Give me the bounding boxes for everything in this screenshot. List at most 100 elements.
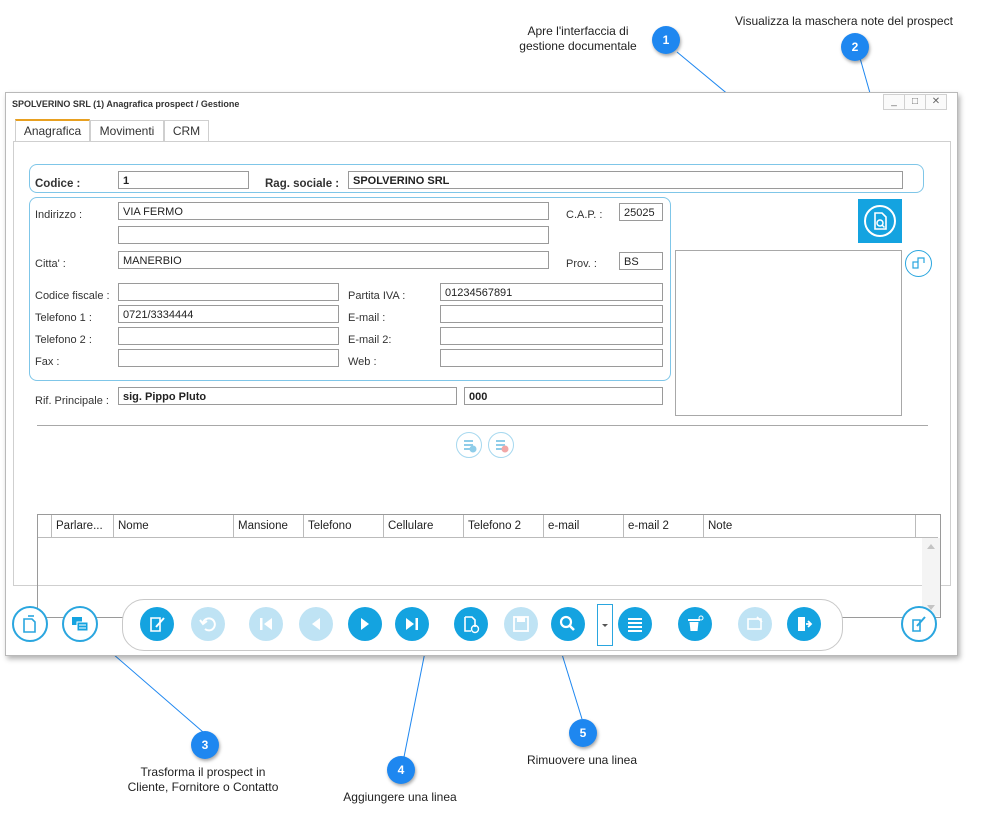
new-document-button[interactable] bbox=[454, 607, 488, 641]
notes-edit-icon bbox=[912, 616, 926, 632]
document-search-icon bbox=[864, 205, 896, 237]
annotation-3-text: Trasforma il prospect in Cliente, Fornito… bbox=[127, 765, 279, 794]
maximize-button[interactable]: □ bbox=[904, 94, 926, 110]
email2-field[interactable] bbox=[440, 327, 663, 345]
column-note[interactable]: Note bbox=[704, 515, 916, 537]
cancel-button[interactable] bbox=[738, 607, 772, 641]
annotation-1-badge: 1 bbox=[652, 26, 680, 54]
list-icon bbox=[628, 618, 642, 632]
annotation-4-text: Aggiungere una linea bbox=[343, 790, 457, 804]
column-email2[interactable]: e-mail 2 bbox=[624, 515, 704, 537]
grid-scrollbar[interactable] bbox=[922, 538, 940, 616]
edit-icon bbox=[150, 617, 165, 632]
window-title: SPOLVERINO SRL (1) Anagrafica prospect /… bbox=[12, 99, 240, 109]
email-field[interactable] bbox=[440, 305, 663, 323]
codice-field[interactable]: 1 bbox=[118, 171, 249, 189]
convert-prospect-button[interactable] bbox=[62, 606, 98, 642]
column-parlare[interactable]: Parlare... bbox=[52, 515, 114, 537]
notes-button[interactable] bbox=[905, 250, 932, 277]
anagrafica-panel: Codice : 1 Rag. sociale : SPOLVERINO SRL… bbox=[13, 141, 951, 618]
fax-field[interactable] bbox=[118, 349, 339, 367]
rif-field[interactable]: sig. Pippo Pluto bbox=[118, 387, 457, 405]
exit-button[interactable] bbox=[787, 607, 821, 641]
copy-document-button[interactable] bbox=[12, 606, 48, 642]
document-management-button[interactable] bbox=[858, 199, 902, 243]
column-telefono[interactable]: Telefono bbox=[304, 515, 384, 537]
rif-label: Rif. Principale : bbox=[35, 395, 109, 407]
column-mansione[interactable]: Mansione bbox=[234, 515, 304, 537]
remove-line-icon bbox=[496, 440, 509, 453]
first-record-icon bbox=[260, 618, 272, 630]
tab-crm[interactable]: CRM bbox=[164, 120, 209, 141]
copy-document-icon bbox=[23, 615, 36, 633]
search-dropdown[interactable] bbox=[597, 604, 613, 646]
column-nome[interactable]: Nome bbox=[114, 515, 234, 537]
annotation-2-text: Visualizza la maschera note del prospect bbox=[735, 14, 953, 28]
codice-label: Codice : bbox=[35, 178, 81, 190]
convert-prospect-icon bbox=[72, 617, 89, 632]
previous-record-button[interactable] bbox=[299, 607, 333, 641]
tel2-label: Telefono 2 : bbox=[35, 334, 92, 346]
window-titlebar: SPOLVERINO SRL (1) Anagrafica prospect /… bbox=[6, 93, 957, 115]
delete-button[interactable] bbox=[678, 607, 712, 641]
citta-field[interactable]: MANERBIO bbox=[118, 251, 549, 269]
web-field[interactable] bbox=[440, 349, 663, 367]
search-button[interactable] bbox=[551, 607, 585, 641]
next-record-icon bbox=[361, 618, 369, 630]
edit-button[interactable] bbox=[140, 607, 174, 641]
ragsoc-label: Rag. sociale : bbox=[265, 178, 340, 190]
prospect-image-box bbox=[675, 250, 902, 416]
add-line-icon bbox=[464, 440, 477, 453]
tel1-field[interactable]: 0721/3334444 bbox=[118, 305, 339, 323]
citta-label: Citta' : bbox=[35, 258, 66, 270]
last-record-icon bbox=[406, 618, 418, 630]
chevron-down-icon bbox=[602, 624, 608, 627]
prov-field[interactable]: BS bbox=[619, 252, 663, 270]
undo-button[interactable] bbox=[191, 607, 225, 641]
notes-edit-button[interactable] bbox=[901, 606, 937, 642]
close-button[interactable]: ✕ bbox=[925, 94, 947, 110]
prov-label: Prov. : bbox=[566, 258, 597, 270]
email2-label: E-mail 2: bbox=[348, 334, 392, 346]
list-button[interactable] bbox=[618, 607, 652, 641]
cap-field[interactable]: 25025 bbox=[619, 203, 663, 221]
web-label: Web : bbox=[348, 356, 377, 368]
rif-code-field[interactable]: 000 bbox=[464, 387, 663, 405]
exit-icon bbox=[798, 617, 813, 631]
tab-anagrafica[interactable]: Anagrafica bbox=[15, 119, 90, 142]
remove-line-button[interactable] bbox=[488, 432, 514, 458]
indirizzo2-field[interactable] bbox=[118, 226, 549, 244]
first-record-button[interactable] bbox=[249, 607, 283, 641]
save-button[interactable] bbox=[504, 607, 538, 641]
annotation-2-badge: 2 bbox=[841, 33, 869, 61]
tab-movimenti[interactable]: Movimenti bbox=[90, 120, 164, 141]
previous-record-icon bbox=[312, 618, 320, 630]
delete-icon bbox=[688, 615, 704, 631]
grid-row-selector bbox=[38, 515, 52, 537]
annotation-4-badge: 4 bbox=[387, 756, 415, 784]
add-line-button[interactable] bbox=[456, 432, 482, 458]
ragsoc-field[interactable]: SPOLVERINO SRL bbox=[348, 171, 903, 189]
annotation-1-text: Apre l'interfaccia di gestione documental… bbox=[519, 24, 637, 53]
grid-header: Parlare... Nome Mansione Telefono Cellul… bbox=[38, 515, 938, 538]
annotation-5-badge: 5 bbox=[569, 719, 597, 747]
column-email[interactable]: e-mail bbox=[544, 515, 624, 537]
search-icon bbox=[559, 615, 575, 631]
annotation-5-text: Rimuovere una linea bbox=[526, 753, 638, 767]
undo-icon bbox=[199, 617, 216, 632]
cf-field[interactable] bbox=[118, 283, 339, 301]
cf-label: Codice fiscale : bbox=[35, 290, 110, 302]
save-icon bbox=[513, 616, 529, 632]
piva-field[interactable]: 01234567891 bbox=[440, 283, 663, 301]
indirizzo-field[interactable]: VIA FERMO bbox=[118, 202, 549, 220]
scroll-up-icon[interactable] bbox=[927, 544, 935, 549]
annotation-3-badge: 3 bbox=[191, 731, 219, 759]
minimize-button[interactable]: _ bbox=[883, 94, 905, 110]
column-cellulare[interactable]: Cellulare bbox=[384, 515, 464, 537]
indirizzo-label: Indirizzo : bbox=[35, 209, 83, 221]
next-record-button[interactable] bbox=[348, 607, 382, 641]
column-telefono2[interactable]: Telefono 2 bbox=[464, 515, 544, 537]
tel2-field[interactable] bbox=[118, 327, 339, 345]
main-toolbar bbox=[122, 599, 843, 651]
last-record-button[interactable] bbox=[395, 607, 429, 641]
